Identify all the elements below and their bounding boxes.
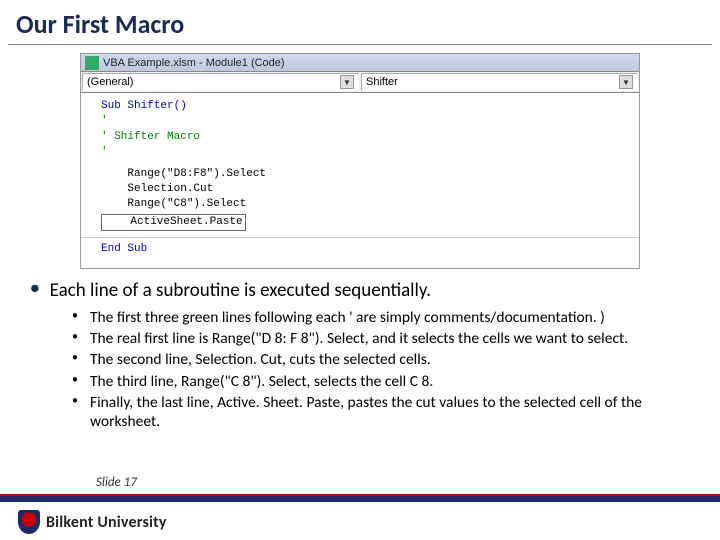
sub-bullet: • The first three green lines following e… [72,308,690,327]
code-titlebar: VBA Example.xlsm - Module1 (Code) [81,54,639,72]
chevron-down-icon[interactable] [619,75,633,89]
sub-bullet-text: The real first line is Range("D 8: F 8")… [90,329,628,348]
bullet-dot-icon: • [72,393,78,410]
object-dropdown-value: (General) [87,76,133,88]
code-separator [81,237,639,238]
bullet-dot-icon: • [72,329,78,346]
university-logo: Bilkent University [18,510,167,534]
vba-module-icon [85,56,99,70]
bullet-area: ● Each line of a subroutine is executed … [0,269,720,432]
vba-code-window: VBA Example.xlsm - Module1 (Code) (Gener… [80,53,640,269]
code-line: ' Shifter Macro [101,130,631,145]
sub-bullet: • Finally, the last line, Active. Sheet. … [72,393,690,432]
main-bullet: ● Each line of a subroutine is executed … [30,279,690,302]
procedure-dropdown-value: Shifter [366,76,398,88]
code-line: ' [101,114,631,129]
slide-title: Our First Macro [0,0,720,44]
sub-bullet-text: The third line, Range("C 8"). Select, se… [90,372,433,391]
code-dropdown-row: (General) Shifter [81,72,639,93]
title-underline [8,44,712,45]
sub-bullet-list: • The first three green lines following e… [30,308,690,432]
object-dropdown[interactable]: (General) [82,73,359,91]
shield-icon [18,510,40,534]
footer-bar [0,494,720,502]
code-line: End Sub [101,242,631,257]
sub-bullet: • The third line, Range("C 8"). Select, s… [72,372,690,391]
code-body: Sub Shifter() ' ' Shifter Macro ' Range(… [81,93,639,268]
bullet-dot-icon: • [72,372,78,389]
code-line: Range("D8:F8").Select [101,167,631,182]
code-title-text: VBA Example.xlsm - Module1 (Code) [103,57,285,69]
code-line-highlighted: ActiveSheet.Paste [101,213,631,231]
sub-bullet-text: The second line, Selection. Cut, cuts th… [90,350,431,369]
sub-bullet: • The second line, Selection. Cut, cuts t… [72,350,690,369]
slide-number: Slide 17 [96,475,137,490]
sub-bullet-text: The first three green lines following ea… [90,308,605,327]
code-line: Range("C8").Select [101,197,631,212]
code-line: Selection.Cut [101,182,631,197]
bullet-dot-icon: ● [30,279,40,300]
code-line: ' [101,145,631,160]
chevron-down-icon[interactable] [340,75,354,89]
bullet-dot-icon: • [72,308,78,325]
sub-bullet: • The real first line is Range("D 8: F 8"… [72,329,690,348]
bullet-dot-icon: • [72,350,78,367]
main-bullet-text: Each line of a subroutine is executed se… [50,279,431,302]
university-name: Bilkent University [46,513,167,532]
code-line: Sub Shifter() [101,99,631,114]
sub-bullet-text: Finally, the last line, Active. Sheet. P… [90,393,690,432]
procedure-dropdown[interactable]: Shifter [361,73,638,91]
